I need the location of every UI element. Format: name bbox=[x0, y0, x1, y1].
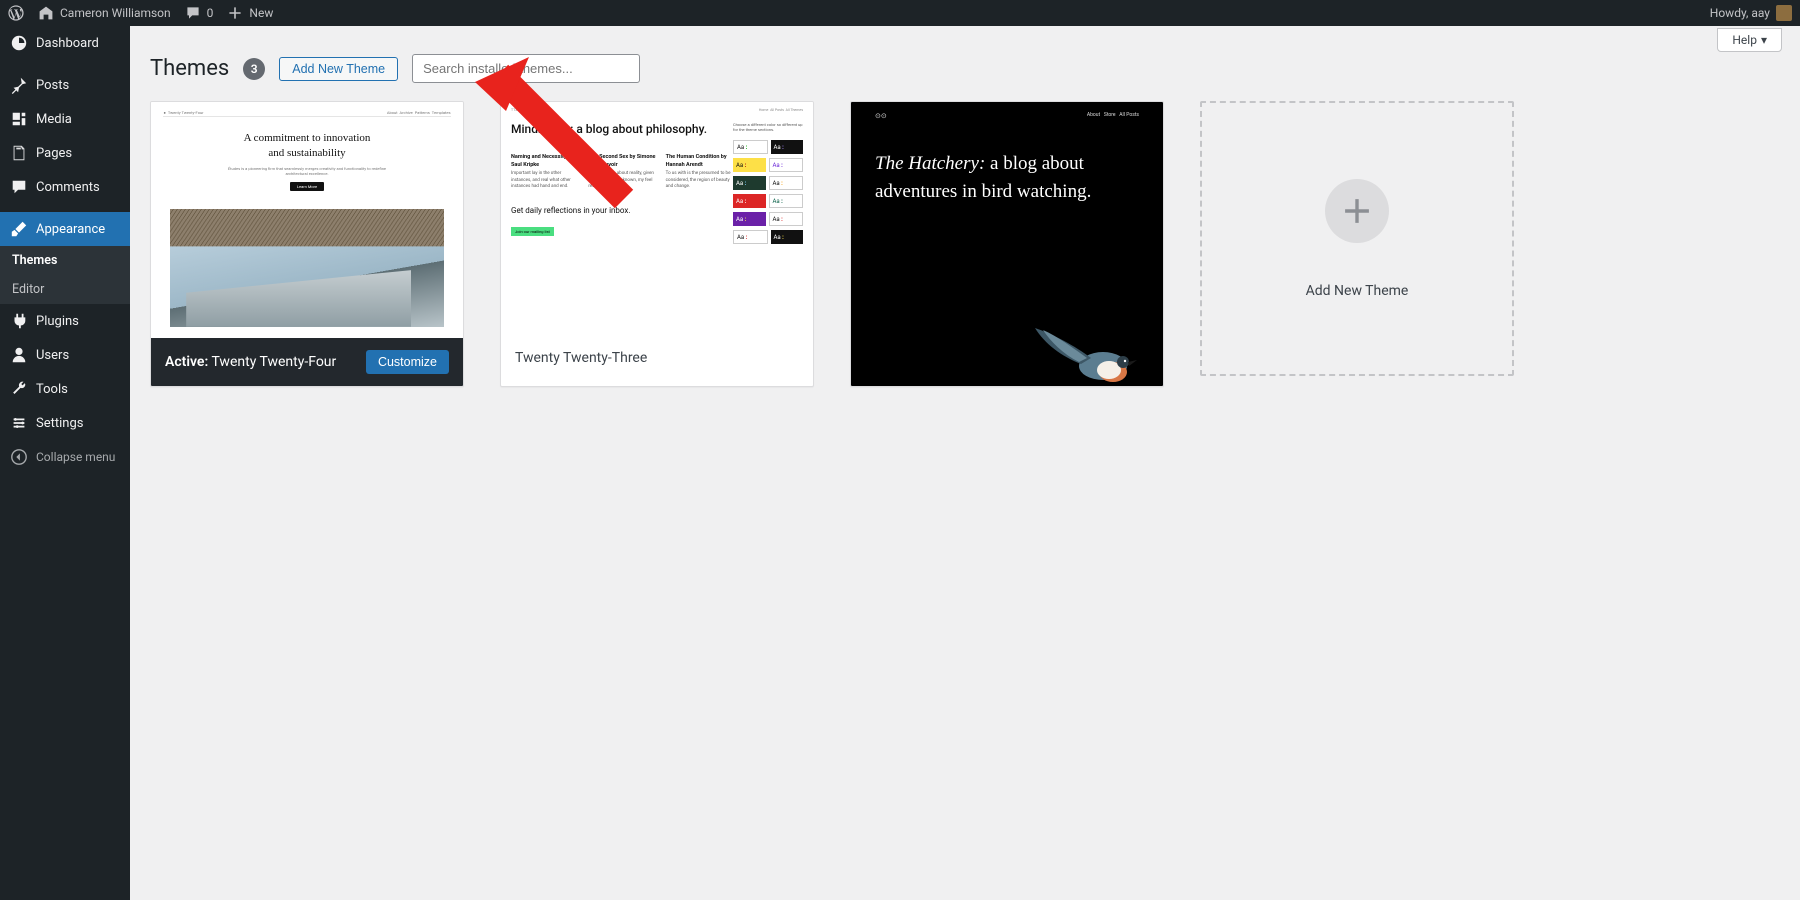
comment-bubble-icon bbox=[185, 5, 201, 21]
plus-icon bbox=[227, 5, 243, 21]
submenu-themes[interactable]: Themes bbox=[0, 246, 130, 275]
dashboard-icon bbox=[10, 34, 28, 52]
menu-label: Dashboard bbox=[36, 36, 99, 51]
add-new-theme-button[interactable]: Add New Theme bbox=[279, 57, 398, 81]
wordpress-icon bbox=[8, 5, 24, 21]
page-header: Themes 3 Add New Theme bbox=[150, 54, 1780, 83]
comments-count: 0 bbox=[207, 6, 214, 20]
theme-screenshot: TT3Home All Posts All Themes Mindblown: … bbox=[501, 102, 813, 338]
plug-icon bbox=[10, 312, 28, 330]
chevron-down-icon: ▾ bbox=[1761, 33, 1767, 47]
wrench-icon bbox=[10, 380, 28, 398]
media-icon bbox=[10, 110, 28, 128]
menu-media[interactable]: Media bbox=[0, 102, 130, 136]
menu-label: Settings bbox=[36, 416, 83, 431]
page-title: Themes bbox=[150, 56, 229, 81]
menu-tools[interactable]: Tools bbox=[0, 372, 130, 406]
menu-label: Plugins bbox=[36, 314, 79, 329]
menu-label: Media bbox=[36, 112, 72, 127]
theme-screenshot: ⊙⊙About Store All Posts The Hatchery: a … bbox=[851, 102, 1163, 386]
settings-icon bbox=[10, 414, 28, 432]
menu-posts[interactable]: Posts bbox=[0, 68, 130, 102]
admin-sidebar: Dashboard Posts Media Pages Comments App… bbox=[0, 26, 130, 900]
wp-logo[interactable] bbox=[8, 5, 24, 21]
submenu-editor[interactable]: Editor bbox=[0, 275, 130, 304]
comments-link[interactable]: 0 bbox=[185, 5, 214, 21]
help-tab[interactable]: Help ▾ bbox=[1717, 28, 1782, 52]
collapse-icon bbox=[10, 448, 28, 466]
theme-footer: Twenty Twenty-Three bbox=[501, 338, 813, 378]
avatar bbox=[1776, 5, 1792, 21]
theme-screenshot: ● Twenty Twenty-FourAbout Archive Patter… bbox=[151, 102, 463, 338]
menu-label: Pages bbox=[36, 146, 72, 161]
menu-pages[interactable]: Pages bbox=[0, 136, 130, 170]
site-link[interactable]: Cameron Williamson bbox=[38, 5, 171, 21]
menu-appearance[interactable]: Appearance bbox=[0, 212, 130, 246]
menu-label: Comments bbox=[36, 180, 100, 195]
help-label: Help bbox=[1732, 33, 1757, 47]
main-content: Help ▾ Themes 3 Add New Theme ● Twenty T… bbox=[130, 26, 1800, 900]
customize-button[interactable]: Customize bbox=[366, 350, 449, 374]
menu-settings[interactable]: Settings bbox=[0, 406, 130, 440]
theme-name: Twenty Twenty-Four bbox=[211, 354, 336, 370]
new-link[interactable]: New bbox=[227, 5, 273, 21]
collapse-menu[interactable]: Collapse menu bbox=[0, 440, 130, 474]
search-themes-input[interactable] bbox=[412, 54, 640, 83]
plus-circle-icon bbox=[1325, 179, 1389, 243]
admin-topbar: Cameron Williamson 0 New Howdy, aay bbox=[0, 0, 1800, 26]
menu-label: Users bbox=[36, 348, 69, 363]
theme-footer: Active: Twenty Twenty-Four Customize bbox=[151, 338, 463, 386]
menu-users[interactable]: Users bbox=[0, 338, 130, 372]
themes-count-badge: 3 bbox=[243, 58, 265, 80]
comment-icon bbox=[10, 178, 28, 196]
menu-label: Posts bbox=[36, 78, 69, 93]
theme-footer: Twenty Twenty-Two bbox=[851, 386, 1163, 387]
theme-card-active[interactable]: ● Twenty Twenty-FourAbout Archive Patter… bbox=[150, 101, 464, 387]
theme-card[interactable]: TT3Home All Posts All Themes Mindblown: … bbox=[500, 101, 814, 387]
collapse-label: Collapse menu bbox=[36, 450, 115, 464]
themes-grid: ● Twenty Twenty-FourAbout Archive Patter… bbox=[150, 101, 1780, 387]
user-icon bbox=[10, 346, 28, 364]
add-card-label: Add New Theme bbox=[1306, 283, 1409, 299]
menu-dashboard[interactable]: Dashboard bbox=[0, 26, 130, 60]
menu-label: Appearance bbox=[36, 222, 105, 237]
theme-card[interactable]: ⊙⊙About Store All Posts The Hatchery: a … bbox=[850, 101, 1164, 387]
theme-name: Twenty Twenty-Three bbox=[515, 350, 647, 366]
menu-comments[interactable]: Comments bbox=[0, 170, 130, 204]
page-icon bbox=[10, 144, 28, 162]
add-new-theme-card[interactable]: Add New Theme bbox=[1200, 101, 1514, 376]
brush-icon bbox=[10, 220, 28, 238]
home-icon bbox=[38, 5, 54, 21]
appearance-submenu: Themes Editor bbox=[0, 246, 130, 304]
active-prefix: Active: bbox=[165, 354, 208, 370]
site-name: Cameron Williamson bbox=[60, 6, 171, 20]
menu-label: Tools bbox=[36, 382, 68, 397]
account-link[interactable]: Howdy, aay bbox=[1710, 5, 1792, 21]
bird-illustration bbox=[1031, 324, 1141, 384]
menu-plugins[interactable]: Plugins bbox=[0, 304, 130, 338]
howdy-text: Howdy, aay bbox=[1710, 6, 1770, 20]
pin-icon bbox=[10, 76, 28, 94]
new-label: New bbox=[249, 6, 273, 20]
